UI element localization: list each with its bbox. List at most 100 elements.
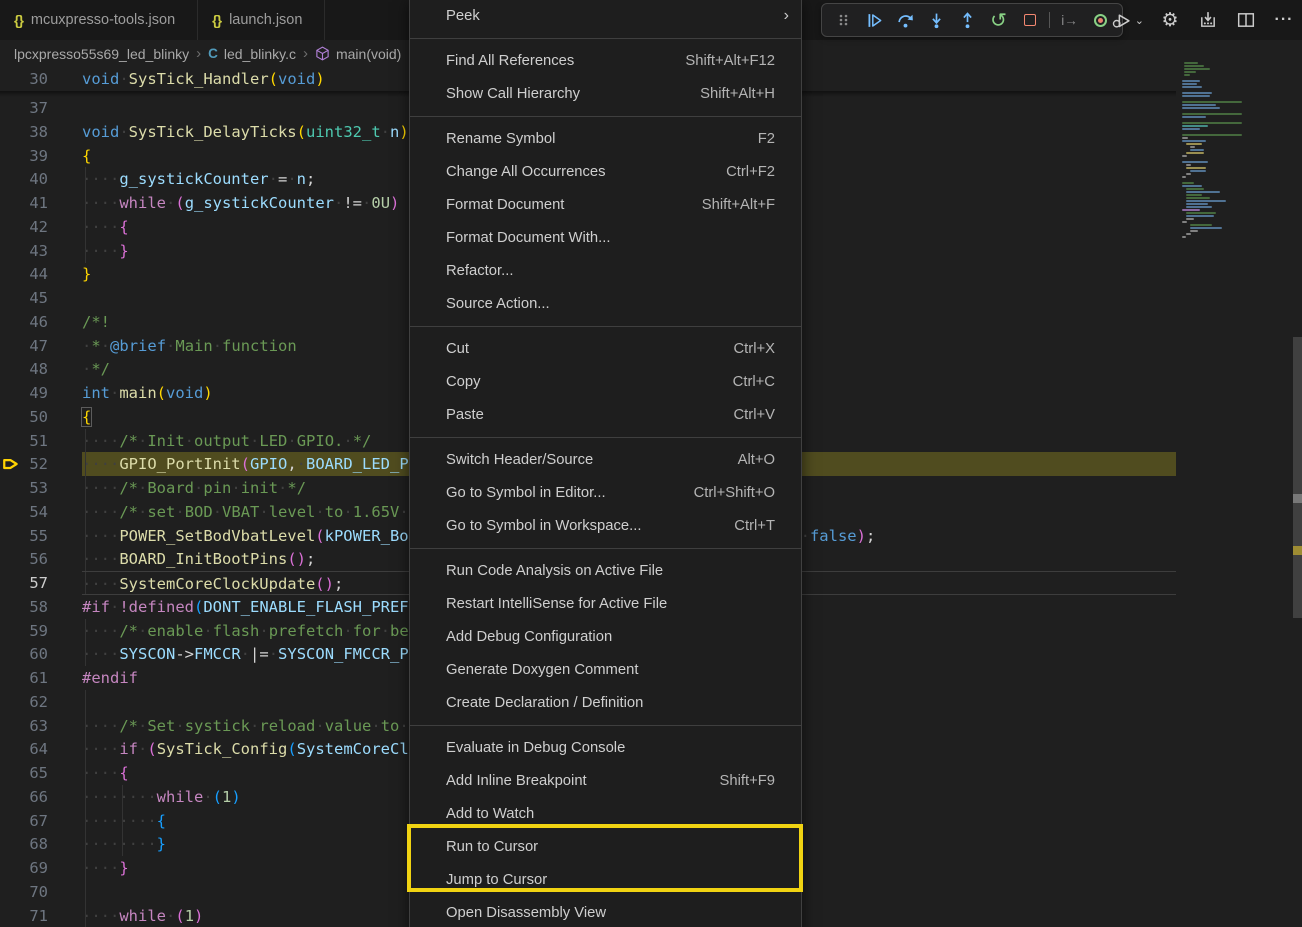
minimap[interactable] — [1182, 62, 1272, 242]
menu-item-open-disassembly-view[interactable]: Open Disassembly View — [410, 896, 801, 927]
line-number: 60 — [0, 642, 48, 666]
menu-item-create-declaration-definition[interactable]: Create Declaration / Definition — [410, 686, 801, 719]
line-number: 37 — [0, 96, 48, 120]
line-number: 67 — [0, 809, 48, 833]
line-number: 42 — [0, 215, 48, 239]
minimap-line — [1182, 101, 1242, 103]
menu-separator — [410, 32, 801, 44]
indent-guide — [85, 809, 86, 833]
settings-gear-icon[interactable]: ⚙ — [1158, 7, 1182, 33]
toolbar-separator — [1049, 12, 1050, 28]
line-number: 49 — [0, 381, 48, 405]
tab-mcuxpresso-tools-json[interactable]: {} mcuxpresso-tools.json — [0, 0, 198, 40]
split-editor-icon[interactable] — [1234, 7, 1258, 33]
flash-programmer-icon[interactable] — [1196, 7, 1220, 33]
line-number: 65 — [0, 761, 48, 785]
minimap-line — [1190, 170, 1206, 172]
minimap-line — [1182, 140, 1206, 142]
minimap-line — [1182, 134, 1242, 136]
json-braces-icon: {} — [212, 12, 221, 28]
minimap-line — [1182, 116, 1206, 118]
menu-item-show-call-hierarchy[interactable]: Show Call HierarchyShift+Alt+H — [410, 77, 801, 110]
minimap-line — [1184, 74, 1190, 76]
minimap-line — [1186, 203, 1208, 205]
line-number: 43 — [0, 239, 48, 263]
minimap-line — [1184, 68, 1210, 70]
menu-item-change-all-occurrences[interactable]: Change All OccurrencesCtrl+F2 — [410, 155, 801, 188]
menu-item-paste[interactable]: PasteCtrl+V — [410, 398, 801, 431]
menu-item-go-to-symbol-in-editor[interactable]: Go to Symbol in Editor...Ctrl+Shift+O — [410, 476, 801, 509]
line-number: 62 — [0, 690, 48, 714]
menu-item-go-to-symbol-in-workspace[interactable]: Go to Symbol in Workspace...Ctrl+T — [410, 509, 801, 542]
indent-guide — [85, 761, 86, 785]
minimap-line — [1182, 128, 1200, 130]
line-number: 30 — [0, 67, 48, 91]
minimap-line — [1182, 137, 1188, 139]
menu-shortcut: F2 — [758, 131, 775, 147]
step-into-button[interactable] — [921, 6, 952, 34]
minimap-line — [1182, 83, 1197, 85]
run-or-debug-icon[interactable]: ⌄ — [1111, 7, 1144, 33]
menu-item-copy[interactable]: CopyCtrl+C — [410, 365, 801, 398]
indent-guide — [85, 785, 86, 809]
menu-item-add-inline-breakpoint[interactable]: Add Inline BreakpointShift+F9 — [410, 764, 801, 797]
indent-guide — [85, 476, 86, 500]
indent-guide — [85, 215, 86, 239]
line-number: 57 — [0, 571, 48, 595]
indent-guide — [85, 429, 86, 453]
menu-item-generate-doxygen-comment[interactable]: Generate Doxygen Comment — [410, 653, 801, 686]
step-out-button[interactable] — [952, 6, 983, 34]
breadcrumb-folder[interactable]: lpcxpresso55s69_led_blinky — [14, 46, 189, 62]
menu-item-source-action[interactable]: Source Action... — [410, 287, 801, 320]
indent-guide — [85, 191, 86, 215]
more-actions-icon[interactable]: ··· — [1272, 7, 1296, 33]
breadcrumb-symbol[interactable]: main(void) — [336, 46, 401, 62]
gripper-handle[interactable] — [828, 6, 859, 34]
menu-item-add-debug-configuration[interactable]: Add Debug Configuration — [410, 620, 801, 653]
line-number: 59 — [0, 619, 48, 643]
menu-item-find-all-references[interactable]: Find All ReferencesShift+Alt+F12 — [410, 44, 801, 77]
minimap-line — [1182, 185, 1202, 187]
instruction-step-button[interactable]: i→ — [1054, 6, 1085, 34]
stop-button[interactable] — [1014, 6, 1045, 34]
line-number: 66 — [0, 785, 48, 809]
indent-guide — [85, 832, 86, 856]
symbol-method-icon — [315, 46, 330, 61]
menu-item-run-code-analysis-on-active-file[interactable]: Run Code Analysis on Active File — [410, 554, 801, 587]
minimap-line — [1186, 197, 1210, 199]
breadcrumb-file[interactable]: led_blinky.c — [224, 46, 296, 62]
restart-button[interactable]: ↺ — [983, 6, 1014, 34]
indent-guide — [85, 547, 86, 571]
annotation-highlight-box — [407, 824, 803, 892]
menu-item-format-document[interactable]: Format DocumentShift+Alt+F — [410, 188, 801, 221]
menu-item-peek[interactable]: Peek› — [410, 0, 801, 32]
minimap-line — [1190, 227, 1222, 229]
menu-shortcut: Shift+Alt+F12 — [685, 53, 775, 69]
minimap-line — [1186, 200, 1226, 202]
minimap-line — [1182, 161, 1208, 163]
minimap-line — [1182, 209, 1200, 211]
menu-item-evaluate-in-debug-console[interactable]: Evaluate in Debug Console — [410, 731, 801, 764]
menu-shortcut: Shift+Alt+F — [702, 197, 775, 213]
tab-launch-json[interactable]: {} launch.json — [198, 0, 325, 40]
line-number: 64 — [0, 737, 48, 761]
indent-guide — [85, 239, 86, 263]
minimap-line — [1186, 215, 1214, 217]
minimap-line — [1186, 188, 1204, 190]
line-number: 45 — [0, 286, 48, 310]
menu-item-format-document-with[interactable]: Format Document With... — [410, 221, 801, 254]
menu-item-restart-intellisense-for-active-file[interactable]: Restart IntelliSense for Active File — [410, 587, 801, 620]
menu-item-rename-symbol[interactable]: Rename SymbolF2 — [410, 122, 801, 155]
continue-button[interactable] — [859, 6, 890, 34]
step-over-button[interactable] — [890, 6, 921, 34]
minimap-line — [1190, 224, 1212, 226]
menu-item-refactor[interactable]: Refactor... — [410, 254, 801, 287]
overview-ruler-marker — [1293, 494, 1302, 503]
minimap-line — [1182, 107, 1220, 109]
minimap-line — [1186, 173, 1191, 175]
menu-item-switch-header-source[interactable]: Switch Header/SourceAlt+O — [410, 443, 801, 476]
menu-shortcut: Ctrl+F2 — [726, 164, 775, 180]
menu-item-cut[interactable]: CutCtrl+X — [410, 332, 801, 365]
menu-shortcut: Ctrl+V — [733, 407, 775, 423]
scrollbar-thumb[interactable] — [1293, 337, 1302, 618]
